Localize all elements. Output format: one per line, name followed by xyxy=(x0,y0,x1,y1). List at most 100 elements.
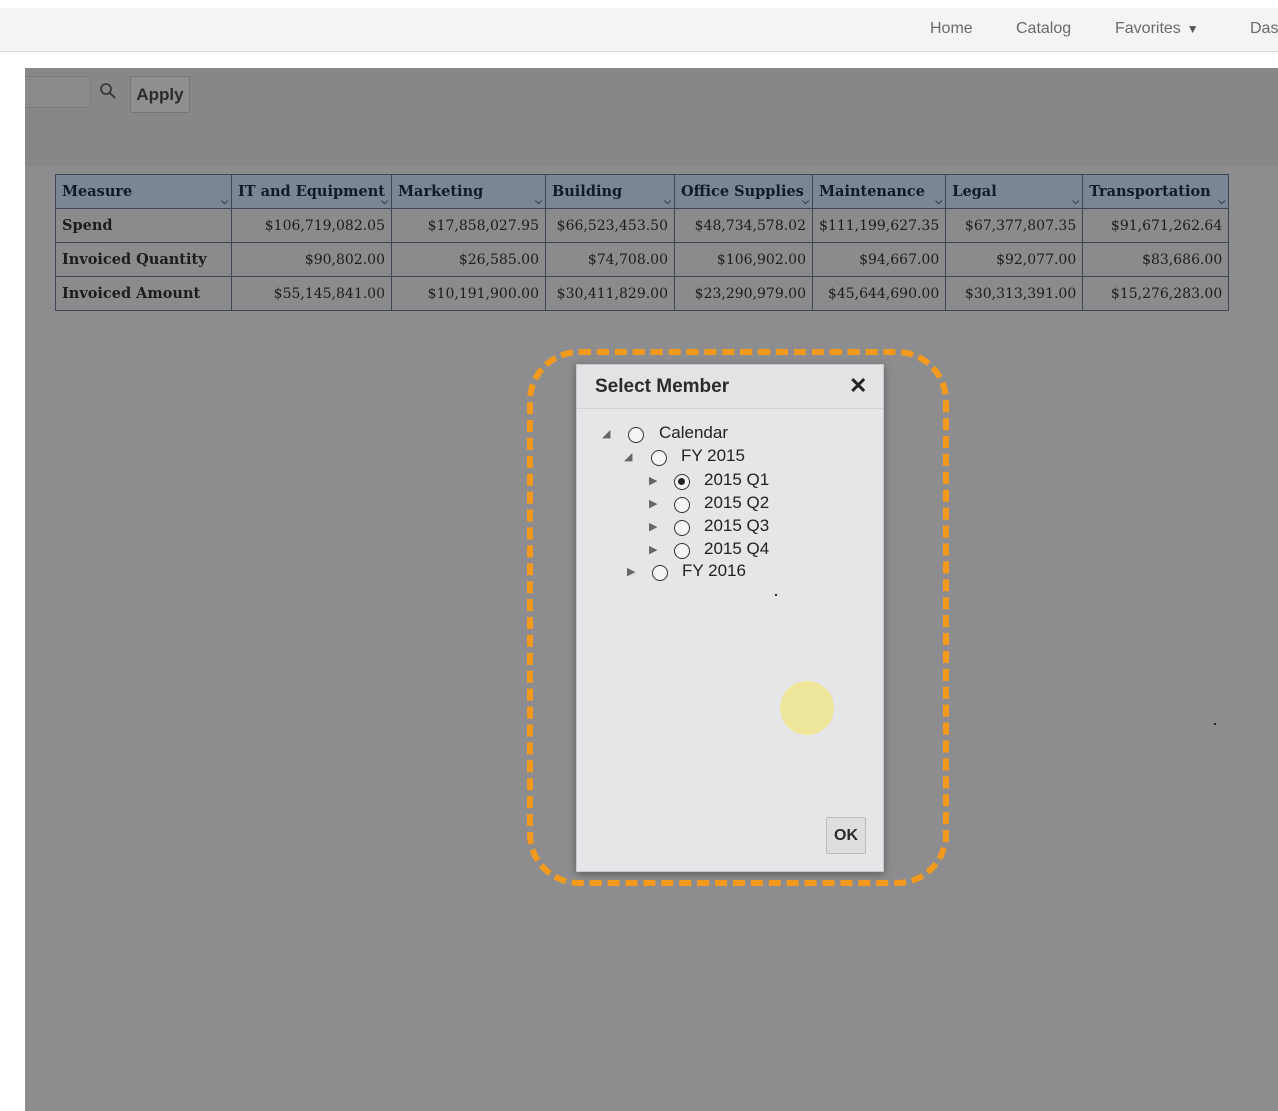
dialog-header: Select Member ✕ xyxy=(577,365,883,409)
chevron-down-icon[interactable]: ⌵ xyxy=(935,197,942,207)
column-header[interactable]: Maintenance ⌵ xyxy=(811,174,947,209)
tree-radio[interactable] xyxy=(674,497,690,513)
select-member-dialog: Select Member ✕ ◢ Calendar ◢ FY 2015 ▶ 2… xyxy=(576,364,884,872)
table-cell: $94,667.00 xyxy=(811,242,947,277)
tree-item-fy2016[interactable]: ▶ FY 2016 xyxy=(625,561,795,583)
column-header[interactable]: Legal ⌵ xyxy=(945,174,1084,209)
tree-item-2015-q3[interactable]: ▶ 2015 Q3 xyxy=(647,516,797,538)
tree-item-2015-q1[interactable]: ▶ 2015 Q1 xyxy=(647,470,797,492)
column-header[interactable]: Building ⌵ xyxy=(545,174,675,209)
column-header-label: Maintenance xyxy=(819,183,925,200)
table-cell: $106,902.00 xyxy=(674,242,813,277)
tree-radio-selected[interactable] xyxy=(674,474,690,490)
table-cell: $26,585.00 xyxy=(391,242,546,277)
chevron-down-icon[interactable]: ⌵ xyxy=(664,197,671,207)
tree-item-label: 2015 Q3 xyxy=(704,516,770,535)
nav-favorites-label: Favorites xyxy=(1115,20,1181,37)
collapsed-triangle-icon[interactable]: ▶ xyxy=(649,497,657,510)
table-cell: $17,858,027.95 xyxy=(391,208,546,243)
nav-favorites-menu[interactable]: Favorites ▼ xyxy=(1115,20,1199,38)
tree-item-label: 2015 Q1 xyxy=(704,470,770,489)
collapsed-triangle-icon[interactable]: ▶ xyxy=(649,474,657,487)
prompt-toolbar: Apply xyxy=(25,68,1278,166)
expanded-triangle-icon[interactable]: ◢ xyxy=(602,427,610,440)
prompt-input[interactable] xyxy=(25,76,91,108)
table-cell: $15,276,283.00 xyxy=(1082,276,1230,311)
column-header[interactable]: IT and Equipment ⌵ xyxy=(231,174,392,209)
table-cell: $74,708.00 xyxy=(545,242,675,277)
collapsed-triangle-icon[interactable]: ▶ xyxy=(627,565,635,578)
tree-item-2015-q4[interactable]: ▶ 2015 Q4 xyxy=(647,539,797,561)
table-cell: $55,145,841.00 xyxy=(231,276,392,311)
column-header[interactable]: Office Supplies ⌵ xyxy=(674,174,813,209)
screen: Home Catalog Favorites ▼ Das Apply Measur… xyxy=(0,0,1278,1111)
table-cell: $91,671,262.64 xyxy=(1082,208,1230,243)
table-header-row: Measure ⌵ IT and Equipment ⌵ Marketing ⌵ Bu… xyxy=(55,174,1230,209)
chevron-down-icon[interactable]: ⌵ xyxy=(1072,197,1079,207)
column-header-label: IT and Equipment xyxy=(238,183,385,200)
table-cell: $45,644,690.00 xyxy=(811,276,947,311)
column-header-label: Office Supplies xyxy=(681,183,804,200)
column-header[interactable]: Measure ⌵ xyxy=(55,174,232,209)
dropdown-arrow-icon: ▼ xyxy=(1186,22,1199,36)
expanded-triangle-icon[interactable]: ◢ xyxy=(624,450,632,463)
close-icon[interactable]: ✕ xyxy=(849,373,867,399)
collapsed-triangle-icon[interactable]: ▶ xyxy=(649,520,657,533)
chevron-down-icon[interactable]: ⌵ xyxy=(535,197,542,207)
tree-radio[interactable] xyxy=(674,520,690,536)
table-cell: $30,313,391.00 xyxy=(945,276,1084,311)
table-row: Invoiced Quantity $90,802.00 $26,585.00 … xyxy=(55,242,1230,277)
chevron-down-icon[interactable]: ⌵ xyxy=(221,197,228,207)
table-cell: $23,290,979.00 xyxy=(674,276,813,311)
table-cell: $66,523,453.50 xyxy=(545,208,675,243)
nav-catalog-link[interactable]: Catalog xyxy=(1016,20,1071,38)
column-header-label: Transportation xyxy=(1089,183,1211,200)
dialog-title: Select Member xyxy=(595,376,730,397)
chevron-down-icon[interactable]: ⌵ xyxy=(802,197,809,207)
tree-radio[interactable] xyxy=(652,565,668,581)
tree-item-calendar[interactable]: ◢ Calendar xyxy=(599,423,799,445)
tree-radio[interactable] xyxy=(674,543,690,559)
chevron-down-icon[interactable]: ⌵ xyxy=(381,197,388,207)
tree-item-2015-q2[interactable]: ▶ 2015 Q2 xyxy=(647,493,797,515)
nav-dashboards-link[interactable]: Das xyxy=(1250,20,1278,38)
apply-button[interactable]: Apply xyxy=(130,76,190,113)
table-cell: $92,077.00 xyxy=(945,242,1084,277)
table-cell: $90,802.00 xyxy=(231,242,392,277)
table-cell: $10,191,900.00 xyxy=(391,276,546,311)
table-cell: $106,719,082.05 xyxy=(231,208,392,243)
nav-home-link[interactable]: Home xyxy=(930,20,973,38)
collapsed-triangle-icon[interactable]: ▶ xyxy=(649,543,657,556)
chevron-down-icon[interactable]: ⌵ xyxy=(1218,197,1225,207)
table-cell: $30,411,829.00 xyxy=(545,276,675,311)
table-cell: $83,686.00 xyxy=(1082,242,1230,277)
row-header: Invoiced Amount xyxy=(55,276,232,311)
column-header-label: Building xyxy=(552,183,623,200)
table-row: Spend $106,719,082.05 $17,858,027.95 $66… xyxy=(55,208,1230,243)
cursor-speck xyxy=(1214,723,1216,725)
ok-button[interactable]: OK xyxy=(826,817,866,854)
tree-item-label: Calendar xyxy=(659,423,728,442)
table-row: Invoiced Amount $55,145,841.00 $10,191,9… xyxy=(55,276,1230,311)
row-header: Spend xyxy=(55,208,232,243)
table-cell: $67,377,807.35 xyxy=(945,208,1084,243)
column-header-label: Marketing xyxy=(398,183,484,200)
table-cell: $48,734,578.02 xyxy=(674,208,813,243)
pivot-table: Measure ⌵ IT and Equipment ⌵ Marketing ⌵ Bu… xyxy=(55,174,1230,311)
top-nav-bar: Home Catalog Favorites ▼ Das xyxy=(0,8,1278,52)
column-header[interactable]: Marketing ⌵ xyxy=(391,174,546,209)
cursor-speck xyxy=(775,594,777,596)
tree-radio[interactable] xyxy=(628,427,644,443)
column-header-label: Legal xyxy=(952,183,997,200)
row-header: Invoiced Quantity xyxy=(55,242,232,277)
table-cell: $111,199,627.35 xyxy=(811,208,947,243)
tree-item-label: 2015 Q2 xyxy=(704,493,770,512)
tree-item-label: FY 2016 xyxy=(682,561,746,580)
tree-item-label: FY 2015 xyxy=(681,446,745,465)
tree-item-label: 2015 Q4 xyxy=(704,539,770,558)
tree-item-fy2015[interactable]: ◢ FY 2015 xyxy=(621,446,801,468)
column-header-label: Measure xyxy=(62,183,133,200)
search-icon[interactable] xyxy=(99,82,117,100)
tree-radio[interactable] xyxy=(651,450,667,466)
column-header[interactable]: Transportation ⌵ xyxy=(1082,174,1230,209)
